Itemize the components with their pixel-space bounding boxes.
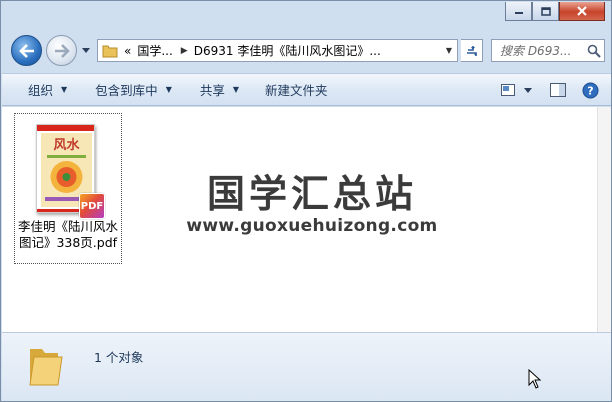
view-options-button[interactable] bbox=[495, 78, 521, 102]
breadcrumb-separator-icon[interactable]: ▶ bbox=[181, 46, 188, 56]
explorer-window: « 国学... ▶ D6931 李佳明《陆川风水图记》... ▼ 组织 ▼ 包含到… bbox=[0, 0, 612, 402]
watermark-title: 国学汇总站 bbox=[206, 172, 417, 216]
include-in-library-label: 包含到库中 bbox=[95, 83, 158, 98]
folder-icon bbox=[102, 45, 118, 57]
chevron-down-icon: ▼ bbox=[165, 85, 172, 94]
breadcrumb-current[interactable]: D6931 李佳明《陆川风水图记》... bbox=[194, 42, 381, 59]
view-dropdown-button[interactable] bbox=[521, 78, 535, 102]
chevron-down-icon: ▼ bbox=[61, 85, 68, 94]
chevron-down-icon: ▼ bbox=[232, 85, 240, 94]
share-menu[interactable]: 共享 ▼ bbox=[192, 78, 247, 102]
close-button[interactable] bbox=[559, 2, 605, 21]
preview-pane-button[interactable] bbox=[545, 78, 571, 102]
help-button[interactable]: ? bbox=[577, 78, 603, 102]
back-arrow-icon bbox=[18, 43, 34, 58]
breadcrumb-parent[interactable]: 国学... bbox=[137, 42, 172, 59]
maximize-icon bbox=[540, 6, 551, 16]
cover-title-glyphs: 风水 bbox=[53, 137, 80, 153]
help-icon: ? bbox=[582, 82, 598, 98]
include-in-library-menu[interactable]: 包含到库中 ▼ bbox=[87, 78, 180, 102]
file-name-label[interactable]: 李佳明《陆川风水图记》338页.pdf bbox=[15, 219, 121, 251]
share-label: 共享 bbox=[199, 83, 225, 98]
minimize-button[interactable] bbox=[505, 2, 532, 21]
folder-icon bbox=[29, 349, 63, 386]
back-button[interactable] bbox=[11, 35, 42, 66]
svg-text:?: ? bbox=[587, 84, 593, 97]
command-bar: 组织 ▼ 包含到库中 ▼ 共享 ▼ 新建文件夹 ? bbox=[2, 73, 611, 106]
search-input[interactable] bbox=[500, 43, 590, 58]
search-box[interactable] bbox=[491, 39, 605, 62]
refresh-button[interactable] bbox=[461, 39, 483, 62]
address-row: « 国学... ▶ D6931 李佳明《陆川风水图记》... ▼ bbox=[1, 31, 611, 71]
address-dropdown-button[interactable]: ▼ bbox=[441, 40, 457, 61]
new-folder-label: 新建文件夹 bbox=[265, 83, 328, 98]
organize-menu[interactable]: 组织 ▼ bbox=[20, 78, 75, 102]
chevron-down-icon bbox=[82, 47, 90, 53]
forward-button[interactable] bbox=[46, 35, 77, 66]
organize-label: 组织 bbox=[28, 83, 54, 98]
breadcrumb-overflow[interactable]: « bbox=[124, 44, 131, 58]
chevron-down-icon bbox=[524, 87, 532, 93]
file-item-pdf[interactable]: 风水 PDF 李佳明《陆川风水图记》338页.pdf bbox=[14, 113, 122, 264]
search-icon[interactable] bbox=[587, 44, 601, 58]
caption-buttons bbox=[505, 2, 605, 21]
vertical-scrollbar[interactable] bbox=[597, 107, 611, 332]
maximize-button[interactable] bbox=[532, 2, 559, 21]
view-options-icon bbox=[501, 84, 515, 96]
details-pane: 1 个对象 bbox=[2, 332, 611, 401]
mouse-cursor-icon bbox=[528, 369, 542, 389]
close-icon bbox=[577, 6, 587, 16]
preview-pane-icon bbox=[550, 83, 566, 97]
item-count: 1 个对象 bbox=[94, 350, 144, 365]
new-folder-button[interactable]: 新建文件夹 bbox=[257, 78, 336, 102]
recent-pages-dropdown[interactable] bbox=[80, 43, 92, 57]
watermark-url: www.guoxuehuizong.com bbox=[186, 216, 438, 236]
forward-arrow-icon bbox=[54, 43, 70, 58]
pdf-icon: PDF bbox=[79, 193, 105, 219]
file-list-area[interactable]: 风水 PDF 李佳明《陆川风水图记》338页.pdf 国学汇总站 www.guo… bbox=[2, 107, 611, 332]
toolbar-right-group: ? bbox=[495, 78, 603, 102]
refresh-icon bbox=[466, 45, 477, 56]
minimize-icon bbox=[514, 12, 523, 14]
address-bar[interactable]: « 国学... ▶ D6931 李佳明《陆川风水图记》... ▼ bbox=[97, 39, 458, 62]
